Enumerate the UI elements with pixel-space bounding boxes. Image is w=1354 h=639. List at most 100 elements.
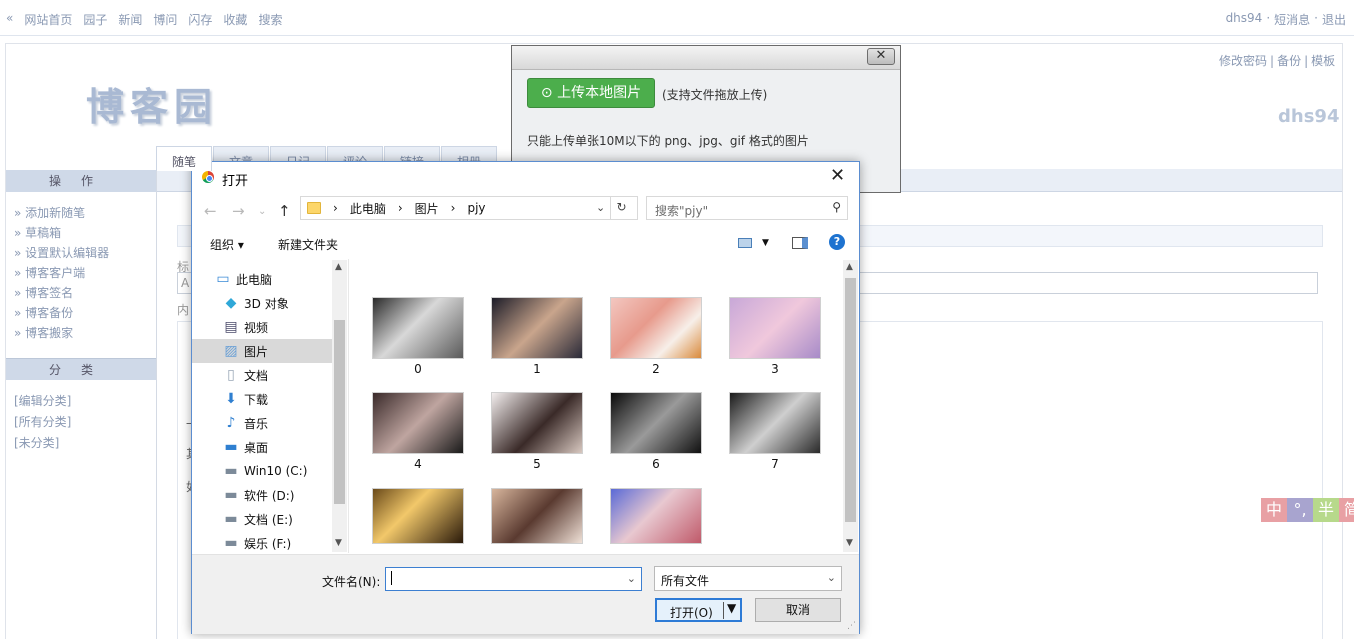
nav-item[interactable]: ▯ 文档 <box>192 363 332 387</box>
help-icon[interactable]: ? <box>829 234 845 250</box>
preview-pane-icon[interactable] <box>792 237 808 249</box>
site-nav-link[interactable]: 收藏 <box>223 11 247 28</box>
breadcrumb-item[interactable]: pjy <box>467 201 485 215</box>
file-name[interactable]: 4 <box>372 457 464 471</box>
user-link[interactable]: dhs94 <box>1226 11 1263 28</box>
recent-chevron-icon[interactable]: ⌄ <box>258 206 266 217</box>
up-arrow-icon[interactable]: ↑ <box>278 202 291 220</box>
open-button[interactable]: 打开(O) ▼ <box>655 598 742 622</box>
sidebar-op-link[interactable]: » 添加新随笔 <box>14 203 109 223</box>
file-name[interactable]: 2 <box>610 362 702 376</box>
nav-item[interactable]: ▤ 视频 <box>192 315 332 339</box>
nav-item[interactable]: ▬ 文档 (E:) <box>192 507 332 531</box>
ime-indicator[interactable]: 半 <box>1313 498 1339 522</box>
nav-item[interactable]: ▨ 图片 <box>192 339 332 363</box>
ime-indicator[interactable]: °, <box>1287 498 1313 522</box>
file-name[interactable]: 3 <box>729 362 821 376</box>
chevron-down-icon[interactable]: ⌄ <box>627 572 636 585</box>
logout-link[interactable]: 退出 <box>1322 11 1346 28</box>
file-name[interactable]: 1 <box>491 362 583 376</box>
image-thumbnail[interactable] <box>491 297 583 359</box>
breadcrumb-item[interactable]: 此电脑 <box>350 200 386 217</box>
site-logo[interactable]: 博客园 <box>86 76 218 131</box>
scroll-down-icon[interactable]: ▼ <box>846 538 853 548</box>
nav-item[interactable]: ▬ 娱乐 (F:) <box>192 531 332 555</box>
site-nav-link[interactable]: 闪存 <box>188 11 212 28</box>
ime-indicator[interactable]: 中 <box>1261 498 1287 522</box>
site-nav-link[interactable]: 网站首页 <box>24 11 72 28</box>
category-link[interactable]: [未分类] <box>14 433 71 454</box>
split-arrow-icon[interactable]: ▼ <box>727 601 736 615</box>
nav-item[interactable]: ▬ 软件 (D:) <box>192 483 332 507</box>
nav-item[interactable]: ♪ 音乐 <box>192 411 332 435</box>
nav-item-label: 软件 (D:) <box>244 488 295 503</box>
image-thumbnail[interactable] <box>610 488 702 544</box>
file-name[interactable]: 6 <box>610 457 702 471</box>
image-thumbnail[interactable] <box>372 297 464 359</box>
address-dropdown-icon[interactable]: ⌄ <box>596 201 605 214</box>
site-nav-link[interactable]: 新闻 <box>118 11 142 28</box>
sidebar-op-link[interactable]: » 设置默认编辑器 <box>14 243 109 263</box>
image-thumbnail[interactable] <box>372 488 464 544</box>
upload-close-button[interactable]: ✕ <box>867 48 895 65</box>
image-thumbnail[interactable] <box>610 392 702 454</box>
dialog-close-button[interactable]: ✕ <box>830 165 845 186</box>
ime-indicator[interactable]: 简 <box>1339 498 1354 522</box>
messages-link[interactable]: 短消息 <box>1274 11 1310 28</box>
category-link[interactable]: [编辑分类] <box>14 391 71 412</box>
nav-item[interactable]: ⬇ 下载 <box>192 387 332 411</box>
upload-local-image-button[interactable]: ⊙ 上传本地图片 <box>527 78 655 108</box>
site-nav-link[interactable]: 搜索 <box>258 11 282 28</box>
nav-item[interactable]: ▬ Win10 (C:) <box>192 459 332 483</box>
breadcrumb-item[interactable]: 图片 <box>415 200 439 217</box>
image-thumbnail[interactable] <box>491 392 583 454</box>
header-link[interactable]: 备份 <box>1277 54 1301 68</box>
collapse-icon[interactable]: « <box>6 11 13 28</box>
image-thumbnail[interactable] <box>729 392 821 454</box>
chevron-down-icon: ⌄ <box>826 571 836 584</box>
image-thumbnail[interactable] <box>491 488 583 544</box>
scroll-down-icon[interactable]: ▼ <box>335 538 342 548</box>
refresh-icon[interactable]: ↻ <box>610 196 632 220</box>
view-mode-icon[interactable] <box>738 238 752 248</box>
sidebar-op-link[interactable]: » 博客搬家 <box>14 323 109 343</box>
nav-item[interactable]: ◆ 3D 对象 <box>192 291 332 315</box>
tab-0[interactable]: 随笔 <box>156 146 212 171</box>
nav-scrollbar[interactable]: ▲ ▼ <box>332 260 347 552</box>
resize-grip-icon[interactable]: ⋰ <box>847 621 856 631</box>
file-name[interactable]: 5 <box>491 457 583 471</box>
site-nav-link[interactable]: 园子 <box>83 11 107 28</box>
view-dropdown-icon[interactable]: ▼ <box>762 238 769 248</box>
filetype-select[interactable]: 所有文件 ⌄ <box>654 566 842 591</box>
scroll-up-icon[interactable]: ▲ <box>335 262 342 272</box>
nav-item[interactable]: ▭ 此电脑 <box>192 267 332 291</box>
category-link[interactable]: [所有分类] <box>14 412 71 433</box>
site-nav-link[interactable]: 博问 <box>153 11 177 28</box>
search-input[interactable]: 搜索"pjy" ⚲ <box>646 196 848 220</box>
address-bar[interactable]: › 此电脑 › 图片 › pjy <box>300 196 638 220</box>
file-scrollbar[interactable]: ▲ ▼ <box>843 260 858 552</box>
sidebar-op-link[interactable]: » 草稿箱 <box>14 223 109 243</box>
file-name[interactable]: 7 <box>729 457 821 471</box>
image-thumbnail[interactable] <box>610 297 702 359</box>
sidebar-op-link[interactable]: » 博客备份 <box>14 303 109 323</box>
image-thumbnail[interactable] <box>729 297 821 359</box>
separator: · <box>1266 11 1271 25</box>
scroll-up-icon[interactable]: ▲ <box>846 262 853 272</box>
cancel-button[interactable]: 取消 <box>755 598 841 622</box>
new-folder-button[interactable]: 新建文件夹 <box>278 236 338 253</box>
file-name[interactable]: 0 <box>372 362 464 376</box>
nav-item[interactable]: ▬ 桌面 <box>192 435 332 459</box>
nav-scroll-thumb[interactable] <box>334 320 345 504</box>
image-thumbnail[interactable] <box>372 392 464 454</box>
header-link[interactable]: 修改密码 <box>1219 54 1267 68</box>
header-link[interactable]: 模板 <box>1311 54 1335 68</box>
back-arrow-icon[interactable]: ← <box>204 202 217 220</box>
organize-menu[interactable]: 组织 ▾ <box>210 236 244 253</box>
filename-input[interactable]: ⌄ <box>385 567 642 591</box>
sidebar-op-link[interactable]: » 博客签名 <box>14 283 109 303</box>
file-scroll-thumb[interactable] <box>845 278 856 522</box>
ime-status-bar[interactable]: 中 °, 半简 <box>1261 498 1354 522</box>
forward-arrow-icon[interactable]: → <box>232 202 245 220</box>
sidebar-op-link[interactable]: » 博客客户端 <box>14 263 109 283</box>
